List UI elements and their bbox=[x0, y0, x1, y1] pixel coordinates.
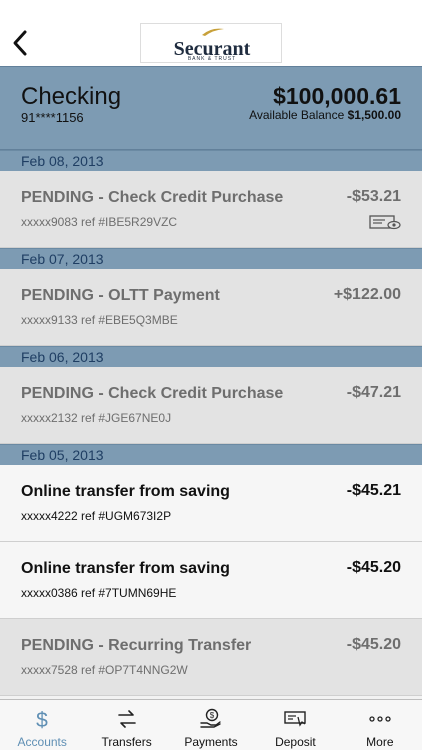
transaction-row[interactable]: PENDING - OLTT Payment xxxxx9133 ref #EB… bbox=[0, 269, 422, 346]
tab-accounts[interactable]: $ Accounts bbox=[0, 700, 84, 750]
account-summary: Checking 91****1156 $100,000.61 Availabl… bbox=[0, 66, 422, 150]
transaction-amount: -$53.21 bbox=[346, 188, 401, 205]
transaction-row[interactable]: Online transfer from saving xxxxx4222 re… bbox=[0, 465, 422, 542]
svg-text:$: $ bbox=[36, 709, 48, 730]
transaction-description: PENDING - Check Credit Purchase bbox=[21, 385, 284, 402]
transfer-arrows-icon bbox=[117, 710, 136, 728]
transaction-description: PENDING - Recurring Transfer bbox=[21, 637, 252, 654]
account-balance: $100,000.61 bbox=[273, 83, 401, 109]
available-balance-amount: $1,500.00 bbox=[347, 108, 401, 122]
deposit-check-icon bbox=[284, 711, 307, 727]
date-header: Feb 05, 2013 bbox=[0, 444, 422, 465]
transaction-amount: -$45.20 bbox=[346, 559, 401, 576]
clock: 12:29 AM bbox=[184, 3, 238, 17]
date-header: Feb 06, 2013 bbox=[0, 346, 422, 367]
tab-more[interactable]: More bbox=[338, 700, 422, 750]
transaction-amount: -$45.21 bbox=[346, 482, 401, 499]
transaction-reference: xxxxx2132 ref #JGE67NE0J bbox=[21, 411, 172, 425]
transaction-reference: xxxxx9083 ref #IBE5R29VZC bbox=[21, 215, 178, 229]
tab-label: Transfers bbox=[101, 735, 152, 749]
transaction-description: Online transfer from saving bbox=[21, 483, 230, 500]
transaction-row[interactable]: PENDING - Check Credit Purchase xxxxx213… bbox=[0, 367, 422, 444]
svg-text:$: $ bbox=[210, 711, 215, 720]
dollar-icon: $ bbox=[36, 709, 48, 730]
status-bar: Carrier 12:29 AM bbox=[0, 0, 422, 20]
transaction-description: PENDING - Check Credit Purchase bbox=[21, 189, 284, 206]
transaction-description: PENDING - OLTT Payment bbox=[21, 287, 220, 304]
transaction-description: Online transfer from saving bbox=[21, 560, 230, 577]
more-dots-icon bbox=[369, 716, 391, 722]
transaction-reference: xxxxx0386 ref #7TUMN69HE bbox=[21, 586, 177, 600]
transaction-row[interactable]: PENDING - Recurring Transfer xxxxx7528 r… bbox=[0, 619, 422, 696]
transaction-reference: xxxxx4222 ref #UGM673I2P bbox=[21, 509, 172, 523]
back-button[interactable] bbox=[8, 26, 38, 60]
logo-swoosh-icon bbox=[202, 28, 224, 36]
tab-bar: $ Accounts Transfers $ Payments Deposit bbox=[0, 699, 422, 750]
tab-label: Payments bbox=[184, 735, 238, 749]
bank-logo: Securant BANK & TRUST bbox=[140, 23, 282, 63]
tab-label: More bbox=[366, 735, 394, 749]
transaction-row[interactable]: PENDING - Check Credit Purchase xxxxx908… bbox=[0, 171, 422, 248]
payment-hand-icon: $ bbox=[200, 708, 221, 728]
available-balance-label: Available Balance bbox=[249, 108, 345, 122]
tab-label: Deposit bbox=[275, 735, 316, 749]
date-header: Feb 07, 2013 bbox=[0, 248, 422, 269]
transaction-reference: xxxxx9133 ref #EBE5Q3MBE bbox=[21, 313, 178, 327]
chevron-left-icon bbox=[13, 30, 27, 56]
transaction-row[interactable]: Online transfer from saving xxxxx0386 re… bbox=[0, 542, 422, 619]
battery-icon bbox=[390, 4, 414, 15]
transaction-list: Feb 08, 2013 PENDING - Check Credit Purc… bbox=[0, 150, 422, 696]
account-name: Checking bbox=[21, 83, 122, 110]
transaction-amount: +$122.00 bbox=[333, 286, 401, 303]
transaction-reference: xxxxx7528 ref #OP7T4NNG2W bbox=[21, 663, 188, 677]
tab-label: Accounts bbox=[17, 735, 67, 749]
tab-payments[interactable]: $ Payments bbox=[169, 700, 253, 750]
available-balance: Available Balance $1,500.00 bbox=[249, 108, 401, 122]
account-number: 91****1156 bbox=[21, 110, 84, 125]
view-check-icon[interactable] bbox=[369, 214, 401, 230]
transaction-amount: -$47.21 bbox=[346, 384, 401, 401]
tab-transfers[interactable]: Transfers bbox=[84, 700, 168, 750]
date-header: Feb 08, 2013 bbox=[0, 150, 422, 171]
transaction-amount: -$45.20 bbox=[346, 636, 401, 653]
logo-subtitle: BANK & TRUST bbox=[187, 56, 237, 62]
tab-deposit[interactable]: Deposit bbox=[253, 700, 337, 750]
